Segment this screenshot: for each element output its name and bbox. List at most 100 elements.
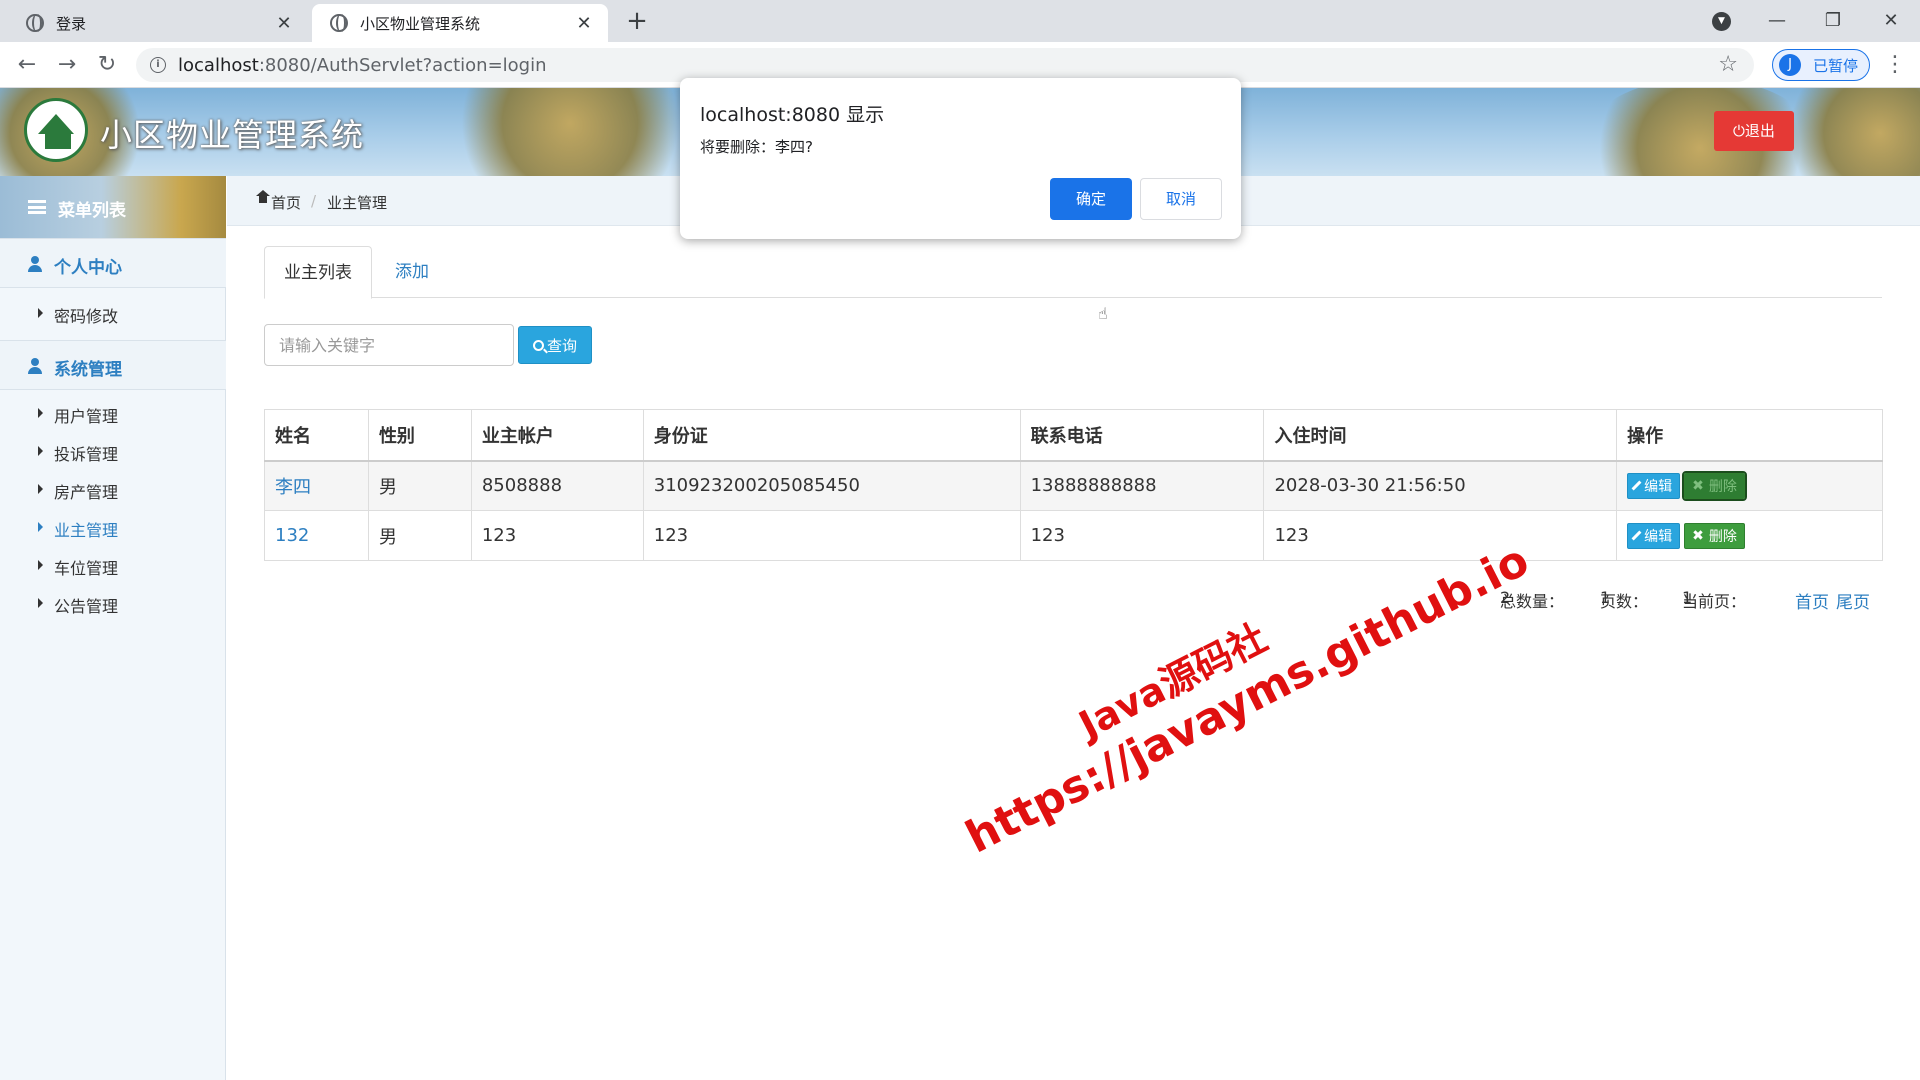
edit-button[interactable]: 编辑 bbox=[1627, 522, 1681, 549]
sidebar-group-personal[interactable]: 个人中心 bbox=[0, 238, 226, 288]
breadcrumb-current: 业主管理 bbox=[327, 194, 388, 212]
pagination: 总数量： 2 页数： 1 当前页： 1 首页 尾页 bbox=[1500, 588, 1872, 613]
delete-label: 删除 bbox=[1708, 478, 1737, 495]
column-header: 身份证 bbox=[642, 409, 1021, 462]
header-decoration bbox=[1780, 88, 1920, 176]
search-input[interactable] bbox=[264, 324, 514, 366]
sidebar-item-property[interactable]: 房产管理 bbox=[0, 472, 226, 506]
browser-tab-bar: 登录 ✕ 小区物业管理系统 ✕ + ▼ — ❐ ✕ bbox=[0, 0, 1920, 42]
column-header: 性别 bbox=[367, 409, 472, 462]
sidebar-item-label: 车位管理 bbox=[54, 559, 119, 578]
first-page-link[interactable]: 首页 bbox=[1795, 588, 1829, 613]
forward-arrow-icon[interactable]: → bbox=[52, 50, 82, 80]
breadcrumb-separator: / bbox=[311, 192, 317, 210]
minimize-icon[interactable]: — bbox=[1762, 6, 1792, 36]
breadcrumb-home[interactable]: 首页 bbox=[271, 192, 301, 213]
edit-label: 编辑 bbox=[1644, 528, 1673, 545]
browser-tab-login[interactable]: 登录 ✕ bbox=[8, 4, 308, 42]
url-text: localhost:8080/AuthServlet?action=login bbox=[178, 55, 547, 76]
sidebar-group-label: 个人中心 bbox=[54, 258, 122, 278]
browser-tab-property[interactable]: 小区物业管理系统 ✕ bbox=[312, 4, 608, 42]
logout-button[interactable]: ⏻退出 bbox=[1714, 111, 1794, 151]
search-button[interactable]: 查询 bbox=[518, 326, 592, 364]
sidebar-item-password[interactable]: 密码修改 bbox=[0, 296, 226, 330]
url-path: :8080/AuthServlet?action=login bbox=[258, 55, 547, 76]
url-field[interactable]: i localhost:8080/AuthServlet?action=logi… bbox=[136, 48, 1754, 82]
close-icon: ✖ bbox=[1692, 477, 1704, 494]
close-tab-icon[interactable]: ✕ bbox=[574, 13, 594, 34]
restore-icon[interactable]: ❐ bbox=[1818, 6, 1848, 36]
sidebar-item-parking[interactable]: 车位管理 bbox=[0, 548, 226, 582]
url-host: localhost bbox=[178, 55, 259, 76]
browser-menu-icon[interactable]: ⋮ bbox=[1884, 50, 1906, 80]
search-button-label: 查询 bbox=[546, 336, 577, 355]
tab-owner-list[interactable]: 业主列表 bbox=[264, 246, 372, 299]
house-icon bbox=[38, 114, 74, 134]
sidebar-item-label: 业主管理 bbox=[54, 521, 119, 540]
window-close-icon[interactable]: ✕ bbox=[1876, 6, 1906, 36]
close-icon: ✖ bbox=[1692, 527, 1704, 544]
owner-name-link[interactable]: 李四 bbox=[264, 460, 369, 511]
table-cell: 男 bbox=[367, 510, 472, 561]
list-icon bbox=[28, 200, 46, 214]
pencil-icon bbox=[1631, 480, 1642, 491]
sidebar-group-label: 系统管理 bbox=[54, 360, 122, 380]
caret-right-icon bbox=[38, 408, 43, 418]
sidebar-item-owners[interactable]: 业主管理 bbox=[0, 510, 226, 544]
site-title: 小区物业管理系统 bbox=[100, 116, 365, 154]
confirm-button[interactable]: 确定 bbox=[1050, 178, 1132, 220]
logout-label: 退出 bbox=[1744, 122, 1775, 140]
delete-button[interactable]: ✖ 删除 bbox=[1682, 470, 1747, 501]
sidebar-item-notices[interactable]: 公告管理 bbox=[0, 586, 226, 620]
table-cell: 310923200205085450 bbox=[642, 460, 1021, 511]
pages-value: 1 bbox=[1600, 588, 1611, 607]
back-arrow-icon[interactable]: ← bbox=[12, 50, 42, 80]
cancel-button[interactable]: 取消 bbox=[1140, 178, 1222, 220]
reload-icon[interactable]: ↻ bbox=[92, 50, 122, 80]
table-row: 李四 男 8508888 310923200205085450 13888888… bbox=[264, 460, 1883, 511]
owner-table: 姓名 性别 业主帐户 身份证 联系电话 入住时间 操作 李四 男 8508888… bbox=[264, 409, 1883, 561]
sidebar-item-label: 用户管理 bbox=[54, 407, 119, 426]
info-icon[interactable]: i bbox=[150, 57, 166, 73]
avatar: J bbox=[1779, 54, 1801, 76]
table-cell: 123 bbox=[642, 510, 1021, 561]
close-tab-icon[interactable]: ✕ bbox=[274, 13, 294, 34]
user-icon bbox=[28, 256, 42, 272]
globe-icon bbox=[330, 14, 348, 32]
actions-cell: 编辑 ✖ 删除 bbox=[1616, 460, 1883, 511]
edit-button[interactable]: 编辑 bbox=[1627, 472, 1681, 499]
globe-icon bbox=[26, 14, 44, 32]
page-tabs: 业主列表 添加 bbox=[264, 246, 1882, 299]
caret-right-icon bbox=[38, 560, 43, 570]
site-logo bbox=[24, 98, 88, 162]
sidebar-item-label: 密码修改 bbox=[54, 307, 119, 326]
caret-right-icon bbox=[38, 484, 43, 494]
new-tab-button[interactable]: + bbox=[622, 6, 652, 36]
tab-search-icon[interactable]: ▼ bbox=[1712, 12, 1731, 31]
table-cell: 2028-03-30 21:56:50 bbox=[1263, 460, 1618, 511]
column-header: 业主帐户 bbox=[470, 409, 644, 462]
sidebar: 菜单列表 个人中心 密码修改 系统管理 用户管理 投诉管理 房产管理 业主管理 … bbox=[0, 176, 226, 1080]
home-icon bbox=[256, 190, 270, 206]
confirm-dialog: localhost:8080 显示 将要删除：李四? 确定 取消 bbox=[680, 78, 1241, 239]
user-icon bbox=[28, 358, 42, 374]
bookmark-star-icon[interactable]: ☆ bbox=[1718, 52, 1738, 77]
sidebar-item-label: 房产管理 bbox=[54, 483, 119, 502]
delete-button[interactable]: ✖ 删除 bbox=[1684, 522, 1745, 549]
sidebar-item-complaints[interactable]: 投诉管理 bbox=[0, 434, 226, 468]
last-page-link[interactable]: 尾页 bbox=[1836, 588, 1870, 613]
delete-label: 删除 bbox=[1708, 528, 1737, 545]
sidebar-item-users[interactable]: 用户管理 bbox=[0, 396, 226, 430]
profile-button[interactable]: J 已暂停 bbox=[1772, 49, 1870, 81]
dialog-message: 将要删除：李四? bbox=[700, 138, 813, 156]
sidebar-header: 菜单列表 bbox=[0, 176, 226, 238]
owner-name-link[interactable]: 132 bbox=[264, 510, 369, 561]
browser-tab-label: 登录 bbox=[56, 14, 87, 33]
actions-cell: 编辑 ✖ 删除 bbox=[1616, 510, 1883, 561]
caret-right-icon bbox=[38, 598, 43, 608]
tab-add[interactable]: 添加 bbox=[376, 246, 448, 298]
sidebar-group-system[interactable]: 系统管理 bbox=[0, 340, 226, 390]
column-header: 联系电话 bbox=[1019, 409, 1265, 462]
power-icon: ⏻ bbox=[1733, 122, 1745, 140]
sidebar-heading: 菜单列表 bbox=[58, 201, 126, 221]
